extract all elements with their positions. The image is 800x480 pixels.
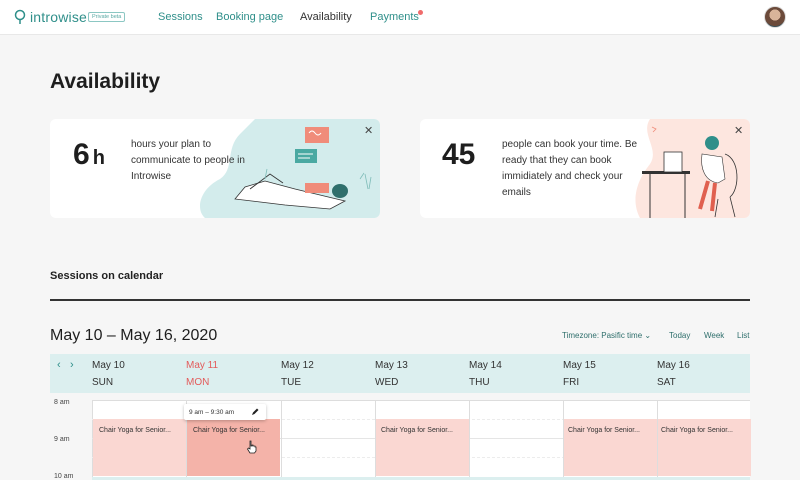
day-column-line xyxy=(469,400,470,480)
timezone-label: Timezone: Pasific time xyxy=(562,331,643,340)
day-date-sat: May 16 xyxy=(657,360,690,371)
event-title: Chair Yoga for Senior... xyxy=(99,427,171,434)
time-label: 9 am xyxy=(54,436,70,443)
section-divider xyxy=(50,299,750,301)
pencil-icon[interactable] xyxy=(251,407,260,416)
day-name-sun: SUN xyxy=(92,377,114,388)
working-person-illustration xyxy=(635,119,750,218)
day-name-fri: FRI xyxy=(563,377,580,388)
chevron-down-icon: ⌄ xyxy=(644,331,652,340)
hours-description: hours your plan to communicate to people… xyxy=(131,139,245,182)
beta-badge: Private beta xyxy=(88,12,126,22)
logo-text: introwise xyxy=(30,9,88,25)
time-label: 10 am xyxy=(54,473,74,480)
event-title: Chair Yoga for Senior... xyxy=(381,427,453,434)
day-name-tue: TUE xyxy=(281,377,301,388)
day-name-sat: SAT xyxy=(657,377,676,388)
people-description: people can book your time. Be ready that… xyxy=(502,139,638,198)
event-title: Chair Yoga for Senior... xyxy=(568,427,640,434)
nav-sessions[interactable]: Sessions xyxy=(158,11,203,23)
nav-booking-page[interactable]: Booking page xyxy=(216,11,283,23)
day-date-fri: May 15 xyxy=(563,360,596,371)
day-date-tue: May 12 xyxy=(281,360,314,371)
hours-unit: h xyxy=(92,147,105,169)
notification-dot xyxy=(418,10,423,15)
day-name-mon: MON xyxy=(186,377,210,388)
close-icon[interactable]: ✕ xyxy=(364,124,373,137)
close-icon[interactable]: ✕ xyxy=(734,124,743,137)
day-name-thu: THU xyxy=(469,377,490,388)
hand-cursor-icon xyxy=(246,440,257,454)
day-date-mon: May 11 xyxy=(186,360,219,371)
nav-availability[interactable]: Availability xyxy=(300,11,352,23)
hours-number: 6h xyxy=(73,138,105,171)
event-title: Chair Yoga for Senior... xyxy=(193,427,265,434)
calendar-range: May 10 – May 16, 2020 xyxy=(50,327,218,344)
today-button[interactable]: Today xyxy=(669,331,690,340)
event-title: Chair Yoga for Senior... xyxy=(661,427,733,434)
people-number: 45 xyxy=(442,138,476,171)
page-title: Availability xyxy=(50,70,161,93)
bulb-icon xyxy=(14,9,26,24)
day-name-wed: WED xyxy=(375,377,399,388)
avatar[interactable] xyxy=(764,6,786,28)
day-column-line xyxy=(281,400,282,480)
chevron-right-icon[interactable]: › xyxy=(70,359,74,371)
logo[interactable]: introwise xyxy=(14,9,87,25)
section-title: Sessions on calendar xyxy=(50,270,164,282)
day-date-thu: May 14 xyxy=(469,360,502,371)
nav-payments[interactable]: Payments xyxy=(370,11,419,23)
day-date-wed: May 13 xyxy=(375,360,408,371)
time-label: 8 am xyxy=(54,399,70,406)
week-button[interactable]: Week xyxy=(704,331,724,340)
chevron-left-icon[interactable]: ‹ xyxy=(57,359,61,371)
day-date-sun: May 10 xyxy=(92,360,125,371)
tooltip-time: 9 am – 9:30 am xyxy=(189,409,235,416)
list-button[interactable]: List xyxy=(737,331,749,340)
timezone-select[interactable]: Timezone: Pasific time ⌄ xyxy=(562,331,651,340)
